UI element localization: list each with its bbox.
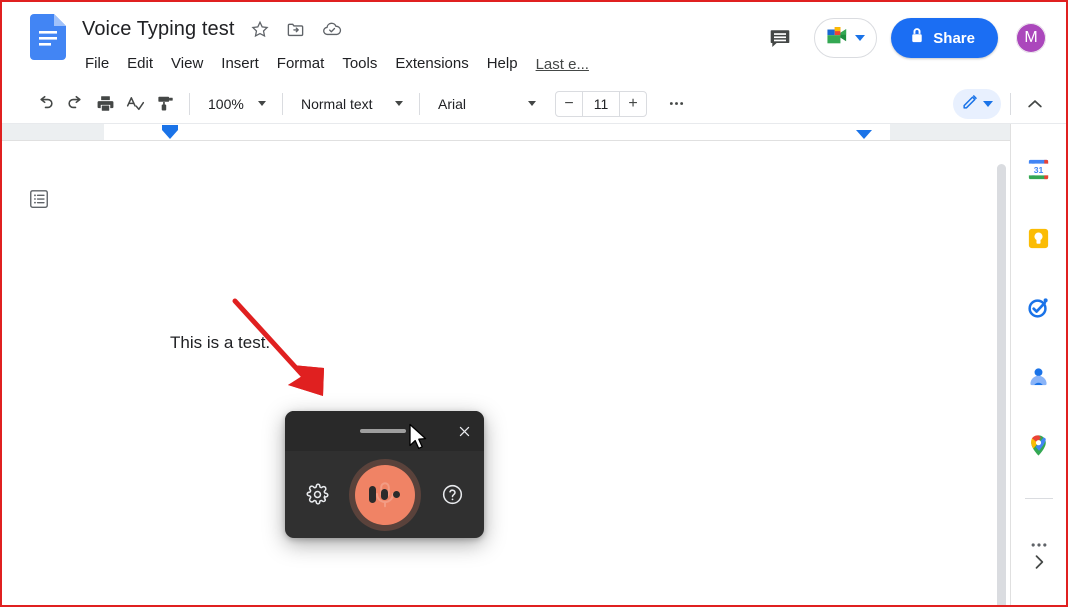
document-outline-icon[interactable] [26,186,52,212]
print-icon[interactable] [90,89,120,119]
toolbar-divider [189,93,190,115]
menu-view[interactable]: View [162,51,212,77]
sidebar-item-tasks[interactable] [1020,288,1058,326]
chevron-down-icon [855,35,865,41]
lock-icon [910,28,924,48]
share-button-label: Share [933,30,975,47]
scrollbar-thumb[interactable] [997,164,1006,605]
menu-insert[interactable]: Insert [212,51,268,77]
avatar[interactable]: M [1014,21,1048,55]
star-icon[interactable] [249,18,271,40]
font-size-stepper: − 11 + [555,91,647,117]
header-actions: Share M [760,18,1048,58]
toolbar-divider [1010,93,1011,115]
menu-format[interactable]: Format [268,51,334,77]
collapse-toolbar-button[interactable] [1020,89,1050,119]
font-family-select[interactable]: Arial [429,89,543,119]
chevron-down-icon [528,101,536,106]
toolbar-divider [419,93,420,115]
share-button[interactable]: Share [891,18,998,58]
sidebar-item-maps[interactable] [1020,426,1058,464]
paragraph-style-select[interactable]: Normal text [292,89,410,119]
pencil-editing-icon [961,92,980,116]
spellcheck-icon[interactable] [120,89,150,119]
font-size-decrease-button[interactable]: − [556,92,582,116]
listening-dots [369,486,400,503]
more-options-icon[interactable] [661,89,691,119]
last-edit-link[interactable]: Last e... [536,56,589,73]
ruler-page-region [104,124,890,140]
toolbar-divider [282,93,283,115]
meet-chip[interactable] [814,18,877,58]
menu-tools[interactable]: Tools [333,51,386,77]
side-panel: 31 [1010,124,1066,605]
sidebar-divider [1025,498,1053,499]
chevron-down-icon [983,101,993,107]
undo-icon[interactable] [30,89,60,119]
gear-icon[interactable] [303,481,331,509]
drag-handle[interactable] [360,429,406,433]
menu-edit[interactable]: Edit [118,51,162,77]
menu-help[interactable]: Help [478,51,527,77]
chevron-down-icon [395,101,403,106]
zoom-value: 100% [208,96,244,112]
font-size-value[interactable]: 11 [582,92,620,116]
sidebar-expand-button[interactable] [1020,543,1058,581]
toolbar-right-group [953,89,1050,119]
left-indent-marker[interactable] [162,130,178,139]
sidebar-item-contacts[interactable] [1020,357,1058,395]
cloud-saved-icon[interactable] [321,18,343,40]
sidebar-item-calendar[interactable]: 31 [1020,150,1058,188]
sidebar-item-keep[interactable] [1020,219,1058,257]
svg-text:31: 31 [1034,164,1044,174]
voice-dialog-header[interactable] [285,411,484,451]
zoom-select[interactable]: 100% [199,89,273,119]
vertical-scrollbar[interactable] [997,164,1006,599]
docs-app-window: Voice Typing test [2,2,1066,605]
formatting-toolbar: 100% Normal text Arial − 11 + [2,84,1066,124]
font-family-value: Arial [438,96,466,112]
microphone-listening-icon[interactable] [355,465,415,525]
paint-format-icon[interactable] [150,89,180,119]
document-canvas: This is a test. [2,124,1010,605]
redo-icon[interactable] [60,89,90,119]
document-body-text[interactable]: This is a test. [170,332,270,354]
menu-extensions[interactable]: Extensions [386,51,477,77]
horizontal-ruler[interactable] [2,124,1010,141]
font-size-increase-button[interactable]: + [620,92,646,116]
page-surface[interactable]: This is a test. [2,142,1010,605]
chevron-down-icon [258,101,266,106]
close-icon[interactable] [453,420,475,442]
menu-file[interactable]: File [76,51,118,77]
paragraph-style-value: Normal text [301,96,373,112]
voice-typing-dialog[interactable] [285,411,484,538]
google-meet-icon [825,25,851,52]
workspace: This is a test. 31 [2,124,1066,605]
help-circle-icon[interactable] [438,481,466,509]
app-header: Voice Typing test [2,2,1066,84]
docs-file-icon[interactable] [30,14,66,60]
voice-dialog-body [285,451,484,538]
right-indent-marker[interactable] [856,130,872,139]
page-title[interactable]: Voice Typing test [82,16,235,42]
editing-mode-chip[interactable] [953,89,1001,119]
comment-history-icon[interactable] [760,18,800,58]
move-to-folder-icon[interactable] [285,18,307,40]
